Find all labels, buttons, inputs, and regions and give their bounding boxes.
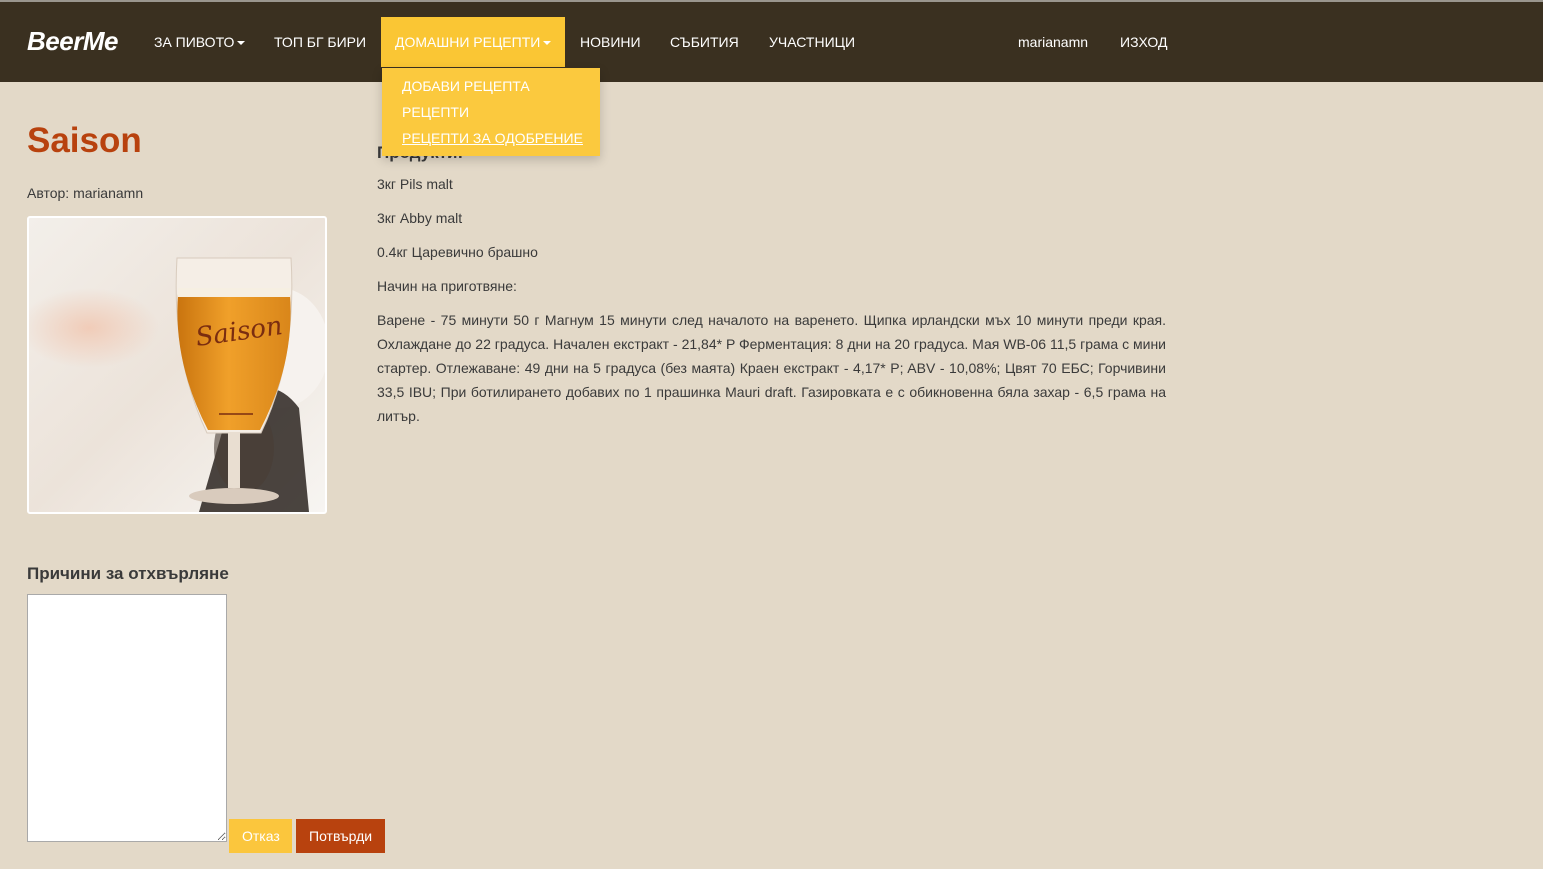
- brand-logo[interactable]: BeerMe: [27, 26, 118, 57]
- nav-item-top-bg-beers[interactable]: ТОП БГ БИРИ: [274, 17, 366, 67]
- nav-item-label: ЗА ПИВОТО: [154, 34, 235, 50]
- recipe-image: Saison: [27, 216, 327, 514]
- nav-item-news[interactable]: НОВИНИ: [580, 17, 641, 67]
- ingredient-item: 3кг Abby malt: [377, 210, 463, 226]
- logout-link[interactable]: ИЗХОД: [1120, 17, 1167, 67]
- confirm-button[interactable]: Потвърди: [296, 819, 385, 853]
- navbar: BeerMe ЗА ПИВОТО ТОП БГ БИРИ ДОМАШНИ РЕЦ…: [0, 2, 1543, 82]
- nav-item-members[interactable]: УЧАСТНИЦИ: [769, 17, 855, 67]
- username: marianamn: [1018, 34, 1089, 50]
- cancel-button[interactable]: Отказ: [229, 819, 292, 853]
- ingredient-item: 3кг Pils malt: [377, 176, 453, 192]
- nav-item-label: УЧАСТНИЦИ: [769, 34, 856, 50]
- recipes-dropdown-menu: ДОБАВИ РЕЦЕПТА РЕЦЕПТИ РЕЦЕПТИ ЗА ОДОБРЕ…: [382, 68, 600, 156]
- nav-user-link[interactable]: marianamn: [1018, 17, 1088, 67]
- author-label: Автор:: [27, 185, 70, 201]
- method-text: Варене - 75 минути 50 г Магнум 15 минути…: [377, 312, 1166, 424]
- nav-item-about-beer[interactable]: ЗА ПИВОТО: [154, 17, 246, 67]
- method-label: Начин на приготвяне:: [377, 278, 517, 294]
- recipe-author: Автор: marianamn: [27, 185, 143, 201]
- ingredient-item: 0.4кг Царевично брашно: [377, 244, 538, 260]
- dropdown-item-add-recipe[interactable]: ДОБАВИ РЕЦЕПТА: [402, 78, 530, 94]
- nav-item-label: ДОМАШНИ РЕЦЕПТИ: [395, 34, 541, 50]
- dropdown-item-recipes[interactable]: РЕЦЕПТИ: [402, 104, 469, 120]
- author-name: marianamn: [73, 185, 144, 201]
- nav-item-label: НОВИНИ: [580, 34, 641, 50]
- nav-item-home-recipes[interactable]: ДОМАШНИ РЕЦЕПТИ: [381, 17, 566, 67]
- recipe-title: Saison: [27, 121, 142, 160]
- nav-item-label: СЪБИТИЯ: [670, 34, 739, 50]
- beer-glass-image: Saison: [29, 218, 325, 512]
- dropdown-item-recipes-for-approval[interactable]: РЕЦЕПТИ ЗА ОДОБРЕНИЕ: [402, 130, 583, 146]
- nav-item-label: ТОП БГ БИРИ: [274, 34, 367, 50]
- rejection-reason-input[interactable]: [27, 594, 227, 842]
- nav-item-events[interactable]: СЪБИТИЯ: [670, 17, 739, 67]
- rejection-heading: Причини за отхвърляне: [27, 564, 229, 583]
- caret-down-icon: [237, 41, 246, 46]
- logout-label: ИЗХОД: [1120, 34, 1168, 50]
- caret-down-icon: [543, 41, 552, 46]
